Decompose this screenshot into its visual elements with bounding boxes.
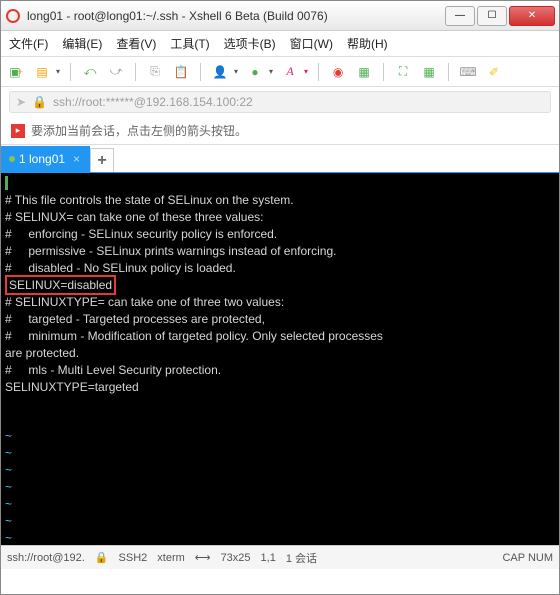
status-position: 1,1 xyxy=(261,552,276,564)
lock-icon: 🔒 xyxy=(95,551,109,564)
open-icon[interactable]: ▤ xyxy=(33,63,51,81)
hint-text: 要添加当前会话，点击左侧的箭头按钮。 xyxy=(31,122,247,139)
close-button[interactable]: ✕ xyxy=(509,6,555,26)
disconnect-icon[interactable]: ⤻ xyxy=(107,63,125,81)
tab-long01[interactable]: 1 long01 × xyxy=(1,146,90,172)
status-size: 73x25 xyxy=(221,552,251,564)
app-icon xyxy=(5,8,21,24)
status-connection: ssh://root@192. xyxy=(7,552,85,564)
terminal[interactable]: # This file controls the state of SELinu… xyxy=(1,173,559,545)
address-bar: ➤ 🔒 ssh://root:******@192.168.154.100:22 xyxy=(1,87,559,117)
term-line: # SELINUXTYPE= can take one of three two… xyxy=(5,295,284,309)
copy-icon[interactable]: ⎘ xyxy=(146,63,164,81)
term-line: # permissive - SELinux prints warnings i… xyxy=(5,244,337,258)
swirl-icon[interactable]: ◉ xyxy=(329,63,347,81)
new-session-icon[interactable]: ▣+ xyxy=(7,63,25,81)
minimize-button[interactable]: — xyxy=(445,6,475,26)
grid-icon[interactable]: ▦ xyxy=(420,63,438,81)
menu-edit[interactable]: 编辑(E) xyxy=(62,35,102,52)
menu-help[interactable]: 帮助(H) xyxy=(347,35,388,52)
term-line: are protected. xyxy=(5,346,79,360)
add-tab-button[interactable]: + xyxy=(90,148,114,172)
keyboard-icon[interactable]: ⌨ xyxy=(459,63,477,81)
font-icon[interactable]: A xyxy=(281,63,299,81)
window-title: long01 - root@long01:~/.ssh - Xshell 6 B… xyxy=(27,9,443,23)
user-icon[interactable]: 👤 xyxy=(211,63,229,81)
term-line: # SELINUX= can take one of these three v… xyxy=(5,210,264,224)
title-bar: long01 - root@long01:~/.ssh - Xshell 6 B… xyxy=(1,1,559,31)
term-line: # minimum - Modification of targeted pol… xyxy=(5,329,383,343)
hint-bar: ▸ 要添加当前会话，点击左侧的箭头按钮。 xyxy=(1,117,559,145)
paste-icon[interactable]: 📋 xyxy=(172,63,190,81)
address-text[interactable]: ssh://root:******@192.168.154.100:22 xyxy=(53,95,253,109)
status-bar: ssh://root@192. 🔒 SSH2 xterm ⟷73x25 1,1 … xyxy=(1,545,559,569)
menu-view[interactable]: 查看(V) xyxy=(116,35,156,52)
tab-label: 1 long01 xyxy=(19,152,65,166)
tab-close-icon[interactable]: × xyxy=(73,152,80,166)
status-protocol: SSH2 xyxy=(119,552,148,564)
tab-bar: 1 long01 × + xyxy=(1,145,559,173)
highlighted-line: SELINUX=disabled xyxy=(5,275,116,295)
menu-window[interactable]: 窗口(W) xyxy=(290,35,333,52)
fullscreen-icon[interactable]: ⛶ xyxy=(394,63,412,81)
status-sessions: 1 会话 xyxy=(286,550,317,566)
menu-bar: 文件(F) 编辑(E) 查看(V) 工具(T) 选项卡(B) 窗口(W) 帮助(… xyxy=(1,31,559,57)
arrow-icon[interactable]: ➤ xyxy=(16,95,26,109)
menu-tools[interactable]: 工具(T) xyxy=(170,35,209,52)
toolbar: ▣+ ▤▾ ⤺ ⤻ ⎘ 📋 👤▾ ●▾ A▾ ◉ ▦ ⛶ ▦ ⌨ ✐ xyxy=(1,57,559,87)
globe-icon[interactable]: ● xyxy=(246,63,264,81)
menu-tabs[interactable]: 选项卡(B) xyxy=(224,35,276,52)
maximize-button[interactable]: ☐ xyxy=(477,6,507,26)
status-dot-icon xyxy=(9,156,15,162)
reconnect-icon[interactable]: ⤺ xyxy=(81,63,99,81)
term-line: # This file controls the state of SELinu… xyxy=(5,193,294,207)
term-line: SELINUXTYPE=targeted xyxy=(5,380,139,394)
term-line: # enforcing - SELinux security policy is… xyxy=(5,227,277,241)
term-line: # targeted - Targeted processes are prot… xyxy=(5,312,265,326)
menu-file[interactable]: 文件(F) xyxy=(9,35,48,52)
status-termtype: xterm xyxy=(157,552,185,564)
panel-icon[interactable]: ▦ xyxy=(355,63,373,81)
flag-icon: ▸ xyxy=(11,124,25,138)
term-line: # disabled - No SELinux policy is loaded… xyxy=(5,261,236,275)
lock-icon: 🔒 xyxy=(32,95,47,109)
term-line: # mls - Multi Level Security protection. xyxy=(5,363,221,377)
highlight-icon[interactable]: ✐ xyxy=(485,63,503,81)
status-caps: CAP NUM xyxy=(502,552,553,564)
